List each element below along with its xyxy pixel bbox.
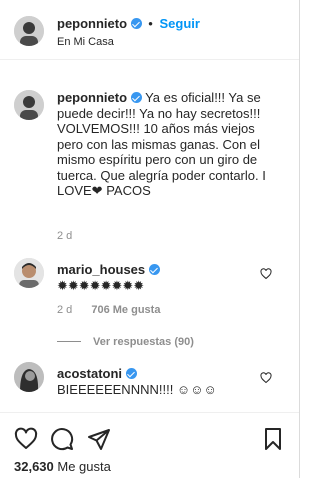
paper-plane-icon[interactable] bbox=[87, 427, 111, 451]
author-avatar[interactable] bbox=[14, 16, 44, 46]
separator-dot: • bbox=[148, 16, 153, 31]
caption-avatar[interactable] bbox=[14, 90, 44, 120]
heart-outline-icon[interactable] bbox=[14, 427, 38, 451]
comment-like-heart-icon[interactable] bbox=[260, 372, 272, 384]
post-likes-count[interactable]: 32,630 Me gusta bbox=[14, 459, 111, 474]
header-user-line: peponnieto • Seguir bbox=[57, 16, 200, 32]
bookmark-icon[interactable] bbox=[261, 427, 285, 451]
commenter-avatar[interactable] bbox=[14, 362, 44, 392]
author-username[interactable]: peponnieto bbox=[57, 16, 127, 31]
likes-label: Me gusta bbox=[57, 459, 111, 474]
speech-bubble-icon[interactable] bbox=[50, 427, 74, 451]
post-action-bar: 32,630 Me gusta bbox=[0, 412, 299, 478]
caption-timestamp[interactable]: 2 d bbox=[57, 230, 72, 242]
verified-badge-icon bbox=[130, 18, 142, 29]
follow-button[interactable]: Seguir bbox=[159, 16, 199, 31]
caption-username[interactable]: peponnieto bbox=[57, 90, 127, 105]
caption-text: peponnieto Ya es oficial!!! Ya se puede … bbox=[57, 90, 282, 199]
post-panel: peponnieto • Seguir En Mi Casa peponniet… bbox=[0, 0, 300, 478]
replies-divider-line bbox=[57, 341, 81, 342]
verified-badge-icon bbox=[130, 92, 142, 103]
post-header: peponnieto • Seguir En Mi Casa bbox=[0, 0, 299, 60]
comment-body: BIEEEEEENNNN!!!! ☺☺☺ bbox=[57, 381, 217, 397]
post-location[interactable]: En Mi Casa bbox=[57, 35, 114, 49]
caption-body: Ya es oficial!!! Ya se puede decir!!! Ya… bbox=[57, 90, 266, 198]
verified-badge-icon bbox=[125, 368, 137, 379]
comment-likes-count[interactable]: 706 Me gusta bbox=[91, 304, 160, 316]
comment-text: acostatoni BIEEEEEENNNN!!!! ☺☺☺ bbox=[57, 366, 247, 397]
verified-badge-icon bbox=[148, 264, 160, 275]
commenter-avatar[interactable] bbox=[14, 258, 44, 288]
view-replies-button[interactable]: Ver respuestas (90) bbox=[57, 336, 194, 348]
comment-meta: 2 d 706 Me gusta bbox=[57, 304, 160, 316]
view-replies-label: Ver respuestas (90) bbox=[93, 336, 194, 348]
comment-username[interactable]: mario_houses bbox=[57, 262, 145, 277]
comment-text: mario_houses ✹✹✹✹✹✹✹✹ bbox=[57, 262, 247, 293]
comment-body: ✹✹✹✹✹✹✹✹ bbox=[57, 277, 145, 293]
comment-timestamp[interactable]: 2 d bbox=[57, 304, 72, 316]
comment-like-heart-icon[interactable] bbox=[260, 268, 272, 280]
likes-number: 32,630 bbox=[14, 459, 54, 474]
comment-username[interactable]: acostatoni bbox=[57, 366, 122, 381]
